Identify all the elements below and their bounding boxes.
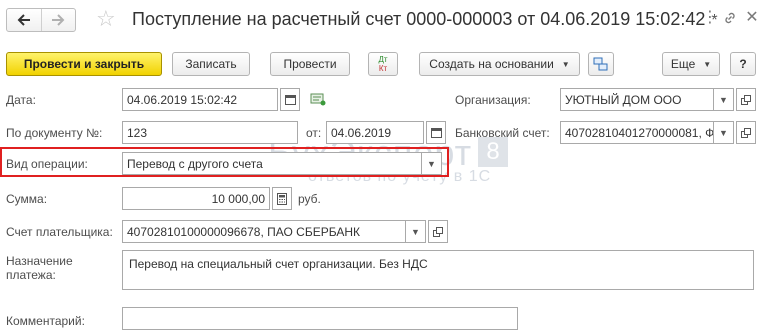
star-icon[interactable]: ☆ xyxy=(96,5,116,33)
open-icon xyxy=(741,94,751,105)
payer-account-field[interactable]: 40702810100000096678, ПАО СБЕРБАНК xyxy=(122,220,406,243)
save-button[interactable]: Записать xyxy=(172,52,250,76)
kt-label: Кт xyxy=(378,64,388,73)
document-number-field[interactable]: 123 xyxy=(122,121,298,144)
navigation-buttons xyxy=(6,8,76,32)
close-icon[interactable]: ✕ xyxy=(744,8,760,28)
calendar-button[interactable] xyxy=(280,88,300,111)
forward-button[interactable] xyxy=(40,9,76,31)
bank-account-dropdown-button[interactable]: ▼ xyxy=(714,121,734,144)
purpose-label-line2: платежа: xyxy=(6,268,56,282)
more-button[interactable]: Еще ▼ xyxy=(662,52,720,76)
bank-account-label: Банковский счет: xyxy=(455,126,550,140)
create-based-on-label: Создать на основании xyxy=(429,57,554,71)
calendar-icon xyxy=(284,95,296,105)
title-text: Поступление на расчетный счет 0000-00000… xyxy=(132,9,706,29)
dt-kt-button[interactable]: Дт Кт xyxy=(368,52,398,76)
structure-icon xyxy=(593,57,608,71)
more-label: Еще xyxy=(670,57,696,71)
date-field[interactable]: 04.06.2019 15:02:42 xyxy=(122,88,278,111)
highlight-frame xyxy=(0,147,449,177)
help-button[interactable]: ? xyxy=(730,52,756,76)
structure-button[interactable] xyxy=(588,52,614,76)
amount-field[interactable]: 10 000,00 xyxy=(122,187,270,210)
payer-account-label: Счет плательщика: xyxy=(6,225,113,239)
organization-dropdown-button[interactable]: ▼ xyxy=(714,88,734,111)
dropdown-arrow-icon: ▼ xyxy=(561,59,570,69)
payer-account-dropdown-button[interactable]: ▼ xyxy=(406,220,426,243)
calculator-icon xyxy=(277,192,287,205)
bank-account-field[interactable]: 40702810401270000081, Ф xyxy=(560,121,714,144)
link-icon[interactable] xyxy=(722,8,738,28)
calculator-button[interactable] xyxy=(272,187,292,210)
from-date-field[interactable]: 04.06.2019 xyxy=(326,121,424,144)
back-arrow-icon xyxy=(17,14,30,26)
purpose-label-line1: Назначение xyxy=(6,254,73,268)
open-icon xyxy=(433,226,443,237)
calendar-icon xyxy=(430,128,442,138)
from-label: от: xyxy=(306,126,322,140)
document-status-icon xyxy=(310,92,326,109)
date-label: Дата: xyxy=(6,93,36,107)
comment-field[interactable] xyxy=(122,307,518,330)
from-calendar-button[interactable] xyxy=(426,121,446,144)
watermark-number: 8 xyxy=(478,137,509,167)
create-based-on-button[interactable]: Создать на основании ▼ xyxy=(419,52,580,76)
organization-label: Организация: xyxy=(455,93,531,107)
organization-open-button[interactable] xyxy=(736,88,756,111)
bank-account-open-button[interactable] xyxy=(736,121,756,144)
forward-arrow-icon xyxy=(52,14,65,26)
dt-label: Дт xyxy=(378,55,388,64)
payer-account-open-button[interactable] xyxy=(428,220,448,243)
open-icon xyxy=(741,127,751,138)
document-number-label: По документу №: xyxy=(6,126,103,140)
purpose-textarea[interactable]: Перевод на специальный счет организации.… xyxy=(122,250,754,290)
more-vertical-icon[interactable]: ⋮ xyxy=(702,8,718,28)
comment-label: Комментарий: xyxy=(6,314,85,328)
dropdown-arrow-icon: ▼ xyxy=(703,59,712,69)
amount-label: Сумма: xyxy=(6,192,48,206)
currency-label: руб. xyxy=(298,192,321,206)
post-button[interactable]: Провести xyxy=(270,52,350,76)
post-and-close-button[interactable]: Провести и закрыть xyxy=(6,52,162,76)
organization-field[interactable]: УЮТНЫЙ ДОМ ООО xyxy=(560,88,714,111)
back-button[interactable] xyxy=(7,9,41,31)
page-title: Поступление на расчетный счет 0000-00000… xyxy=(132,8,718,32)
